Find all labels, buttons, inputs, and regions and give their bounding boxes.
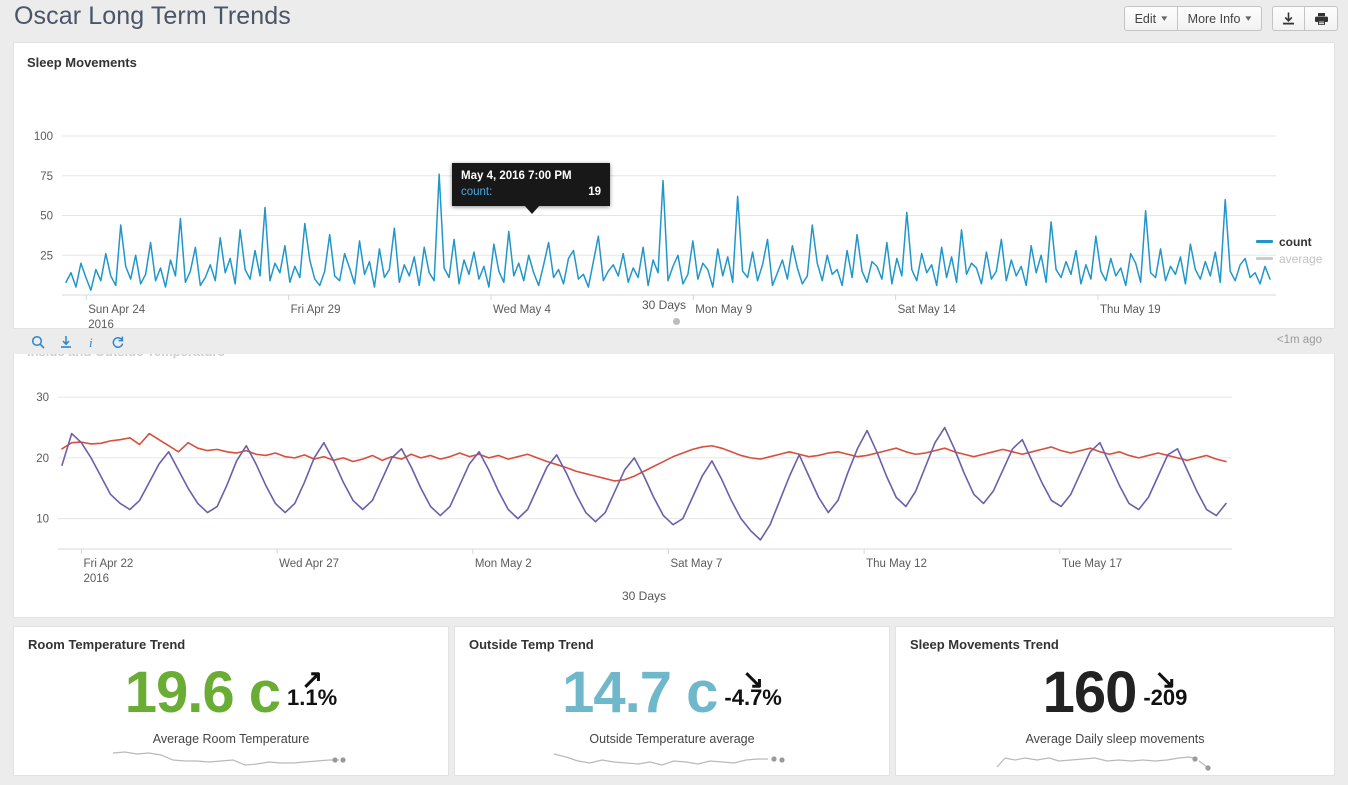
kpi3-sparkline (896, 747, 1334, 773)
svg-text:20: 20 (36, 453, 49, 465)
kpi1-value: 19.6 c (124, 660, 281, 725)
download-button[interactable] (1272, 6, 1305, 31)
top-actions: Edit ▾ More Info ▾ (1123, 6, 1338, 31)
kpi1-main: 19.6 c ↗ 1.1% (14, 663, 448, 723)
temperature-chart[interactable]: 10 20 30 Fri Apr 22 2016 Wed Apr 27 Mon May 2 S… (14, 331, 1334, 617)
kpi1-delta-group: ↗ 1.1% (287, 666, 338, 710)
kpi2-delta-group: ↘ -4.7% (724, 666, 782, 710)
svg-text:Fri Apr 22: Fri Apr 22 (83, 558, 133, 570)
top-bar: Oscar Long Term Trends Edit ▾ More Info … (0, 0, 1348, 37)
kpi1-title: Room Temperature Trend (28, 637, 186, 652)
more-info-button-label: More Info (1187, 11, 1241, 26)
legend-swatch-average (1256, 257, 1273, 260)
print-button[interactable] (1305, 6, 1338, 31)
kpi2-sparkline (455, 747, 889, 773)
more-info-button[interactable]: More Info ▾ (1177, 6, 1262, 31)
export-button-group (1272, 6, 1338, 31)
chevron-down-icon: ▾ (1161, 13, 1168, 23)
refresh-icon[interactable] (111, 335, 125, 349)
download-icon[interactable] (59, 335, 73, 349)
kpi2-value: 14.7 c (562, 660, 718, 725)
chart1-legend: count average (1256, 233, 1322, 267)
menu-button-group: Edit ▾ More Info ▾ (1123, 6, 1262, 31)
page-title: Oscar Long Term Trends (14, 2, 291, 30)
svg-text:30: 30 (36, 392, 49, 404)
svg-text:Sun Apr 24: Sun Apr 24 (88, 304, 146, 316)
info-icon[interactable]: i (87, 335, 97, 350)
panel-inside-outside-temperature: Inside and Outside Temperature 102030Fri… (13, 330, 1335, 618)
kpi2-delta: -4.7% (724, 685, 782, 710)
edit-button[interactable]: Edit ▾ (1123, 6, 1178, 31)
legend-label-count: count (1279, 234, 1312, 249)
kpi2-title: Outside Temp Trend (469, 637, 594, 652)
kpi1-sparkline (14, 747, 448, 773)
legend-label-average: average (1279, 251, 1323, 266)
legend-swatch-count (1256, 240, 1273, 243)
sleep-movements-chart[interactable]: 25 50 75 100 Sun Apr 24 2016 Fri Apr 29 Wed May… (14, 43, 1334, 328)
tooltip-series-value: 19 (588, 186, 601, 198)
kpi3-title: Sleep Movements Trend (910, 637, 1059, 652)
legend-item-count[interactable]: count (1256, 233, 1322, 250)
kpi3-main: 160 ↘ -209 (896, 663, 1334, 723)
kpi3-subtitle: Average Daily sleep movements (1025, 732, 1205, 746)
edit-button-label: Edit (1134, 11, 1157, 26)
kpi2-subtitle: Outside Temperature average (589, 732, 755, 746)
svg-text:100: 100 (34, 131, 53, 143)
svg-text:Tue May 17: Tue May 17 (1062, 558, 1122, 570)
svg-text:i: i (89, 335, 93, 349)
panel-sleep-movements: Sleep Movements 25 50 75 100 Sun Apr 24 2016 F… (13, 42, 1335, 329)
tooltip-arrow (524, 205, 540, 214)
search-icon[interactable] (31, 335, 45, 349)
print-icon (1314, 12, 1328, 25)
kpi1-subtitle: Average Room Temperature (152, 732, 310, 746)
chevron-down-icon: ▾ (1245, 13, 1252, 23)
svg-text:Fri Apr 29: Fri Apr 29 (291, 304, 341, 316)
chart1-x-axis-title: 30 Days (641, 298, 687, 312)
panel-hover-toolbar: i <1m ago (13, 330, 1335, 354)
svg-text:Mon May 2: Mon May 2 (475, 558, 532, 570)
svg-text:50: 50 (40, 211, 53, 223)
svg-text:25: 25 (40, 250, 53, 262)
svg-text:75: 75 (40, 171, 53, 183)
tooltip-series-key: count: (461, 186, 493, 198)
svg-text:Sat May 7: Sat May 7 (670, 558, 722, 570)
kpi2-main: 14.7 c ↘ -4.7% (455, 663, 889, 723)
chart-tooltip: May 4, 2016 7:00 PM count: 19 (452, 163, 610, 214)
chart2-x-axis-title: 30 Days (621, 589, 667, 603)
svg-text:2016: 2016 (88, 319, 114, 328)
kpi-card-sleep-movements: Sleep Movements Trend 160 ↘ -209 Average… (895, 626, 1335, 776)
download-icon (1283, 12, 1294, 24)
svg-text:Sat May 14: Sat May 14 (898, 304, 957, 316)
svg-text:Thu May 12: Thu May 12 (866, 558, 927, 570)
kpi3-value: 160 (1042, 660, 1138, 725)
kpi-card-room-temperature: Room Temperature Trend 19.6 c ↗ 1.1% Ave… (13, 626, 449, 776)
svg-text:Wed May 4: Wed May 4 (493, 304, 552, 316)
kpi-card-outside-temperature: Outside Temp Trend 14.7 c ↘ -4.7% Outsid… (454, 626, 890, 776)
svg-text:Wed Apr 27: Wed Apr 27 (279, 558, 339, 570)
legend-item-average[interactable]: average (1256, 250, 1322, 267)
carousel-dot[interactable] (673, 318, 680, 325)
dashboard-page: Oscar Long Term Trends Edit ▾ More Info … (0, 0, 1348, 785)
kpi1-delta: 1.1% (287, 685, 338, 710)
svg-text:10: 10 (36, 514, 49, 526)
svg-text:Thu May 19: Thu May 19 (1100, 304, 1161, 316)
panel-tool-buttons: i (13, 335, 125, 350)
kpi3-delta-group: ↘ -209 (1143, 666, 1188, 710)
svg-text:2016: 2016 (83, 573, 109, 585)
last-updated-label: <1m ago (1276, 334, 1322, 346)
kpi3-delta: -209 (1143, 685, 1188, 710)
tooltip-title: May 4, 2016 7:00 PM (461, 170, 572, 182)
